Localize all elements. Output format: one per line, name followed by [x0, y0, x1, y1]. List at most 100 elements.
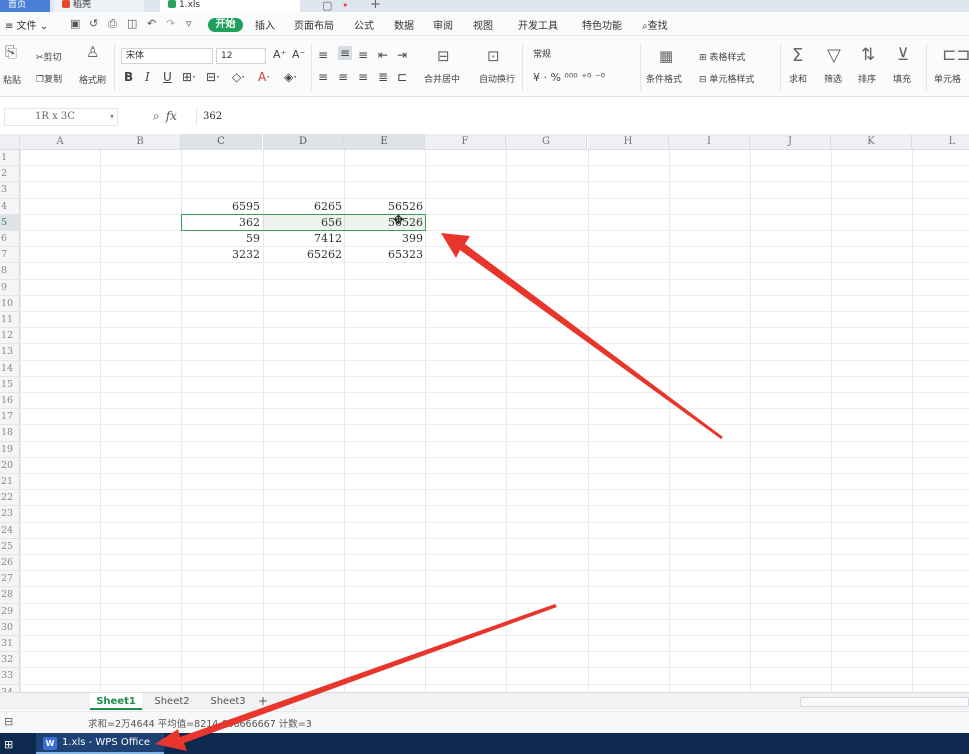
- indent-right-icon[interactable]: ⇥: [397, 48, 407, 62]
- row-header-22[interactable]: 22: [0, 490, 20, 507]
- row-header-16[interactable]: 16: [0, 393, 20, 410]
- worksheet-grid[interactable]: A B C D E F G H I J K L 1 2 3 4 5 6 7 8 9 10 11 12 13 14 15 16 17 18 1…: [0, 134, 969, 692]
- paste-label[interactable]: 粘贴: [3, 73, 21, 86]
- cut-button[interactable]: ✂剪切: [36, 50, 62, 63]
- file-menu[interactable]: ≡ 文件 ⌄: [5, 17, 48, 32]
- justify-icon[interactable]: ≣: [378, 70, 388, 84]
- sheet-tab-1[interactable]: Sheet1: [90, 693, 142, 710]
- print-icon[interactable]: ⎙: [108, 17, 117, 31]
- column-header-a[interactable]: A: [20, 134, 101, 150]
- format-painter-icon[interactable]: ♙: [86, 43, 99, 61]
- decrease-font-icon[interactable]: A⁻: [292, 48, 305, 61]
- row-header-20[interactable]: 20: [0, 457, 20, 474]
- row-header-18[interactable]: 18: [0, 425, 20, 442]
- cell-e5[interactable]: 56526: [344, 215, 425, 231]
- taskbar-wps-app[interactable]: W 1.xls - WPS Office: [36, 733, 164, 754]
- row-header-17[interactable]: 17: [0, 409, 20, 426]
- number-format-select[interactable]: 常规: [529, 48, 634, 64]
- italic-button[interactable]: I: [145, 70, 150, 84]
- font-color-icon[interactable]: A·: [258, 70, 270, 84]
- indent-left-icon[interactable]: ⇤: [378, 48, 388, 62]
- column-header-j[interactable]: J: [750, 134, 831, 150]
- pin-icon[interactable]: ▢: [322, 0, 332, 12]
- search-button[interactable]: ⌕查找: [642, 17, 668, 32]
- row-header-25[interactable]: 25: [0, 538, 20, 555]
- filter-label[interactable]: 筛选: [824, 72, 842, 85]
- cell-c4[interactable]: 6595: [181, 199, 262, 215]
- cell-e6[interactable]: 399: [344, 231, 425, 247]
- windows-start-icon[interactable]: ⊞: [4, 738, 13, 751]
- new-tab-button[interactable]: +: [370, 0, 381, 12]
- column-header-b[interactable]: B: [100, 134, 181, 150]
- row-header-19[interactable]: 19: [0, 441, 20, 458]
- sheet-tab-3[interactable]: Sheet3: [202, 693, 254, 710]
- tab-formula[interactable]: 公式: [354, 17, 374, 32]
- undo-icon[interactable]: ↶: [147, 17, 156, 30]
- row-header-26[interactable]: 26: [0, 555, 20, 572]
- copy-button[interactable]: ❐复制: [36, 72, 62, 85]
- sheet-tab-2[interactable]: Sheet2: [146, 693, 198, 710]
- wrap-text-icon[interactable]: ⊡: [487, 47, 500, 65]
- cell-d7[interactable]: 65262: [263, 247, 344, 263]
- column-header-f[interactable]: F: [425, 134, 506, 150]
- fx-icon[interactable]: fx: [166, 109, 177, 123]
- row-header-24[interactable]: 24: [0, 522, 20, 539]
- row-header-9[interactable]: 9: [0, 279, 20, 296]
- align-right-icon[interactable]: ≡: [358, 70, 368, 84]
- row-header-10[interactable]: 10: [0, 295, 20, 312]
- row-header-8[interactable]: 8: [0, 263, 20, 280]
- column-header-d[interactable]: D: [263, 134, 344, 150]
- align-bottom-icon[interactable]: ≡: [358, 48, 368, 62]
- row-header-31[interactable]: 31: [0, 636, 20, 653]
- row-header-12[interactable]: 12: [0, 328, 20, 345]
- tab-insert[interactable]: 插入: [255, 17, 275, 32]
- sort-icon[interactable]: ⇅: [861, 45, 875, 65]
- row-header-29[interactable]: 29: [0, 603, 20, 620]
- cell-e4[interactable]: 56526: [344, 199, 425, 215]
- zoom-icon[interactable]: ⌕: [153, 109, 160, 123]
- row-header-13[interactable]: 13: [0, 344, 20, 361]
- add-sheet-button[interactable]: +: [256, 693, 270, 710]
- tab-review[interactable]: 审阅: [433, 17, 453, 32]
- bold-button[interactable]: B: [124, 70, 133, 84]
- tab-home[interactable]: 首页: [0, 0, 50, 12]
- row-header-5[interactable]: 5: [0, 214, 20, 231]
- align-top-icon[interactable]: ≡: [318, 48, 328, 62]
- row-header-2[interactable]: 2: [0, 166, 20, 183]
- fill-icon[interactable]: ⊻: [897, 45, 909, 65]
- font-size-select[interactable]: 12: [216, 48, 266, 64]
- row-header-3[interactable]: 3: [0, 182, 20, 199]
- cell-c6[interactable]: 59: [181, 231, 262, 247]
- column-header-e[interactable]: E: [344, 134, 425, 150]
- cell-d6[interactable]: 7412: [263, 231, 344, 247]
- border-icon[interactable]: ⊞·: [182, 70, 196, 84]
- cell-style-icon[interactable]: ⊟·: [206, 70, 220, 84]
- cell-e7[interactable]: 65323: [344, 247, 425, 263]
- cell-label[interactable]: 单元格: [934, 72, 961, 85]
- customize-icon[interactable]: ▿: [186, 17, 192, 30]
- fill-color-icon[interactable]: ◇·: [232, 70, 245, 84]
- row-header-33[interactable]: 33: [0, 668, 20, 685]
- filter-icon[interactable]: ▽: [827, 45, 841, 66]
- row-header-15[interactable]: 15: [0, 376, 20, 393]
- row-header-4[interactable]: 4: [0, 198, 20, 215]
- sum-label[interactable]: 求和: [789, 72, 807, 85]
- number-format-icons[interactable]: ¥ · % ⁰⁰⁰ ⁺⁰ ⁻⁰: [533, 71, 605, 84]
- chevron-down-icon[interactable]: ▾: [110, 109, 114, 125]
- column-header-g[interactable]: G: [506, 134, 587, 150]
- horizontal-scrollbar[interactable]: [800, 697, 969, 707]
- formula-input[interactable]: 362: [196, 108, 969, 126]
- column-header-l[interactable]: L: [912, 134, 969, 150]
- clear-icon[interactable]: ◈·: [284, 70, 297, 84]
- wrap-text-label[interactable]: 自动换行: [479, 72, 515, 85]
- name-box[interactable]: 1R x 3C ▾: [4, 108, 118, 126]
- select-all-corner[interactable]: [0, 134, 20, 150]
- paste-icon[interactable]: ⎘: [5, 43, 17, 61]
- row-header-14[interactable]: 14: [0, 360, 20, 377]
- undo-history-icon[interactable]: ↺: [89, 17, 98, 30]
- redo-icon[interactable]: ↷: [166, 17, 175, 30]
- row-header-21[interactable]: 21: [0, 474, 20, 491]
- row-header-34[interactable]: 34: [0, 684, 20, 692]
- row-header-23[interactable]: 23: [0, 506, 20, 523]
- cell-icon[interactable]: ⊏⊐: [942, 45, 969, 65]
